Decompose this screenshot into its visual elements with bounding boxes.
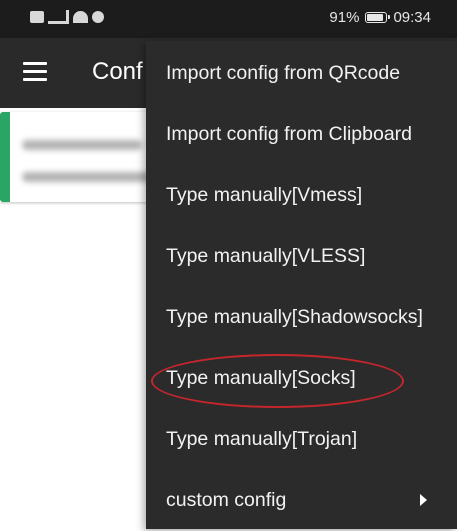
status-icons xyxy=(30,10,104,24)
menu-item-label: Type manually[Trojan] xyxy=(166,428,358,450)
config-list-item[interactable] xyxy=(0,112,160,202)
menu-item-type-vless[interactable]: Type manually[VLESS] xyxy=(146,226,457,287)
battery-icon xyxy=(365,12,391,23)
page-title: Conf xyxy=(92,58,143,85)
config-name-blurred xyxy=(22,140,142,150)
clock: 09:34 xyxy=(393,9,431,26)
hd-icon xyxy=(30,11,44,23)
alarm-icon xyxy=(92,11,104,23)
battery-level xyxy=(367,14,383,21)
menu-item-type-socks[interactable]: Type manually[Socks] xyxy=(146,348,457,409)
menu-item-import-clipboard[interactable]: Import config from Clipboard xyxy=(146,104,457,165)
menu-item-custom-config[interactable]: custom config xyxy=(146,470,457,531)
menu-item-label: Type manually[VLESS] xyxy=(166,245,366,267)
chevron-right-icon xyxy=(420,494,427,506)
menu-item-label: custom config xyxy=(166,489,287,511)
menu-item-label: Type manually[Shadowsocks] xyxy=(166,306,423,328)
menu-item-type-trojan[interactable]: Type manually[Trojan] xyxy=(146,409,457,470)
menu-item-import-qrcode[interactable]: Import config from QRcode xyxy=(146,43,457,104)
card-accent-bar xyxy=(0,112,10,202)
config-address-blurred xyxy=(22,172,152,182)
menu-item-label: Type manually[Vmess] xyxy=(166,184,363,206)
menu-item-label: Import config from Clipboard xyxy=(166,123,413,145)
menu-item-label: Type manually[Socks] xyxy=(166,367,356,389)
menu-item-type-vmess[interactable]: Type manually[Vmess] xyxy=(146,165,457,226)
status-right: 91% 09:34 xyxy=(329,9,431,26)
hamburger-icon[interactable] xyxy=(23,62,47,82)
battery-percentage: 91% xyxy=(329,9,360,26)
wifi-icon xyxy=(73,11,88,23)
add-config-menu: Import config from QRcode Import config … xyxy=(146,41,457,529)
menu-item-label: Import config from QRcode xyxy=(166,62,401,84)
status-bar: 91% 09:34 xyxy=(0,0,457,38)
menu-item-type-shadowsocks[interactable]: Type manually[Shadowsocks] xyxy=(146,287,457,348)
signal-icon xyxy=(48,10,69,24)
